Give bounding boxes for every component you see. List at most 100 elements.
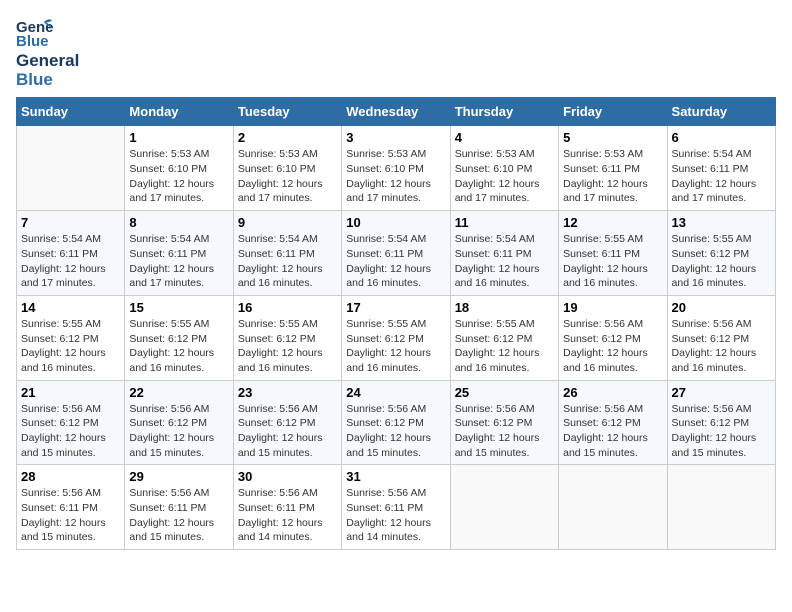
logo-icon: General Blue [16, 16, 54, 50]
calendar-cell: 11Sunrise: 5:54 AM Sunset: 6:11 PM Dayli… [450, 211, 558, 296]
calendar-cell: 31Sunrise: 5:56 AM Sunset: 6:11 PM Dayli… [342, 465, 450, 550]
day-number: 7 [21, 215, 120, 230]
calendar-cell: 3 Sunrise: 5:53 AM Sunset: 6:10 PM Daylig… [342, 126, 450, 211]
day-number: 3 [346, 130, 445, 145]
day-number: 21 [21, 385, 120, 400]
calendar-cell: 15 Sunrise: 5:55 AM Sunset: 6:12 PM Dayli… [125, 295, 233, 380]
logo-blue: Blue [16, 71, 79, 90]
day-info: Sunrise: 5:53 AM Sunset: 6:10 PM Dayligh… [455, 147, 554, 206]
calendar-cell: 22 Sunrise: 5:56 AM Sunset: 6:12 PM Dayli… [125, 380, 233, 465]
day-number: 25 [455, 385, 554, 400]
day-info: Sunrise: 5:55 AM Sunset: 6:11 PM Dayligh… [563, 232, 662, 291]
calendar-cell: 16 Sunrise: 5:55 AM Sunset: 6:12 PM Dayli… [233, 295, 341, 380]
day-info: Sunrise: 5:56 AM Sunset: 6:12 PM Dayligh… [21, 402, 120, 461]
day-info: Sunrise: 5:56 AM Sunset: 6:12 PM Dayligh… [129, 402, 228, 461]
day-info: Sunrise: 5:54 AM Sunset: 6:11 PM Dayligh… [346, 232, 445, 291]
day-number: 14 [21, 300, 120, 315]
day-info: Sunrise: 5:54 AM Sunset: 6:11 PM Dayligh… [238, 232, 337, 291]
calendar-body: 1 Sunrise: 5:53 AM Sunset: 6:10 PM Daylig… [17, 126, 776, 550]
day-number: 1 [129, 130, 228, 145]
day-number: 30 [238, 469, 337, 484]
day-number: 2 [238, 130, 337, 145]
column-header-friday: Friday [559, 98, 667, 126]
calendar-cell: 27 Sunrise: 5:56 AM Sunset: 6:12 PM Dayli… [667, 380, 775, 465]
day-info: Sunrise: 5:53 AM Sunset: 6:10 PM Dayligh… [129, 147, 228, 206]
day-info: Sunrise: 5:54 AM Sunset: 6:11 PM Dayligh… [672, 147, 771, 206]
day-number: 20 [672, 300, 771, 315]
day-info: Sunrise: 5:54 AM Sunset: 6:11 PM Dayligh… [129, 232, 228, 291]
calendar-week-2: 7 Sunrise: 5:54 AM Sunset: 6:11 PM Daylig… [17, 211, 776, 296]
day-info: Sunrise: 5:55 AM Sunset: 6:12 PM Dayligh… [238, 317, 337, 376]
calendar-cell: 23Sunrise: 5:56 AM Sunset: 6:12 PM Dayli… [233, 380, 341, 465]
day-number: 27 [672, 385, 771, 400]
calendar-cell: 30Sunrise: 5:56 AM Sunset: 6:11 PM Dayli… [233, 465, 341, 550]
calendar-cell: 4 Sunrise: 5:53 AM Sunset: 6:10 PM Daylig… [450, 126, 558, 211]
column-header-wednesday: Wednesday [342, 98, 450, 126]
column-header-saturday: Saturday [667, 98, 775, 126]
day-number: 16 [238, 300, 337, 315]
day-number: 17 [346, 300, 445, 315]
calendar-week-3: 14 Sunrise: 5:55 AM Sunset: 6:12 PM Dayli… [17, 295, 776, 380]
calendar-cell: 26Sunrise: 5:56 AM Sunset: 6:12 PM Dayli… [559, 380, 667, 465]
day-number: 5 [563, 130, 662, 145]
calendar-header-row: SundayMondayTuesdayWednesdayThursdayFrid… [17, 98, 776, 126]
day-number: 19 [563, 300, 662, 315]
day-number: 29 [129, 469, 228, 484]
calendar-cell: 21 Sunrise: 5:56 AM Sunset: 6:12 PM Dayli… [17, 380, 125, 465]
day-number: 4 [455, 130, 554, 145]
svg-text:Blue: Blue [16, 33, 49, 50]
page-header: General Blue General Blue [16, 16, 776, 89]
day-number: 11 [455, 215, 554, 230]
calendar-cell: 13 Sunrise: 5:55 AM Sunset: 6:12 PM Dayli… [667, 211, 775, 296]
day-number: 18 [455, 300, 554, 315]
day-info: Sunrise: 5:55 AM Sunset: 6:12 PM Dayligh… [672, 232, 771, 291]
column-header-monday: Monday [125, 98, 233, 126]
calendar-week-5: 28Sunrise: 5:56 AM Sunset: 6:11 PM Dayli… [17, 465, 776, 550]
day-number: 13 [672, 215, 771, 230]
logo-general: General [16, 52, 79, 71]
calendar-week-1: 1 Sunrise: 5:53 AM Sunset: 6:10 PM Daylig… [17, 126, 776, 211]
calendar-cell: 6 Sunrise: 5:54 AM Sunset: 6:11 PM Daylig… [667, 126, 775, 211]
day-number: 6 [672, 130, 771, 145]
day-info: Sunrise: 5:56 AM Sunset: 6:12 PM Dayligh… [563, 402, 662, 461]
calendar-cell: 25 Sunrise: 5:56 AM Sunset: 6:12 PM Dayli… [450, 380, 558, 465]
calendar-cell: 18 Sunrise: 5:55 AM Sunset: 6:12 PM Dayli… [450, 295, 558, 380]
day-number: 9 [238, 215, 337, 230]
column-header-tuesday: Tuesday [233, 98, 341, 126]
calendar-cell: 8 Sunrise: 5:54 AM Sunset: 6:11 PM Daylig… [125, 211, 233, 296]
day-info: Sunrise: 5:54 AM Sunset: 6:11 PM Dayligh… [21, 232, 120, 291]
day-number: 22 [129, 385, 228, 400]
day-info: Sunrise: 5:55 AM Sunset: 6:12 PM Dayligh… [346, 317, 445, 376]
day-info: Sunrise: 5:56 AM Sunset: 6:12 PM Dayligh… [563, 317, 662, 376]
column-header-sunday: Sunday [17, 98, 125, 126]
logo: General Blue General Blue [16, 16, 79, 89]
day-number: 12 [563, 215, 662, 230]
column-header-thursday: Thursday [450, 98, 558, 126]
calendar-cell: 9 Sunrise: 5:54 AM Sunset: 6:11 PM Daylig… [233, 211, 341, 296]
day-info: Sunrise: 5:56 AM Sunset: 6:12 PM Dayligh… [455, 402, 554, 461]
calendar-cell: 5Sunrise: 5:53 AM Sunset: 6:11 PM Daylig… [559, 126, 667, 211]
day-info: Sunrise: 5:56 AM Sunset: 6:11 PM Dayligh… [129, 486, 228, 545]
day-number: 8 [129, 215, 228, 230]
calendar-cell [667, 465, 775, 550]
calendar-week-4: 21 Sunrise: 5:56 AM Sunset: 6:12 PM Dayli… [17, 380, 776, 465]
day-info: Sunrise: 5:56 AM Sunset: 6:12 PM Dayligh… [672, 402, 771, 461]
day-info: Sunrise: 5:55 AM Sunset: 6:12 PM Dayligh… [21, 317, 120, 376]
calendar-table: SundayMondayTuesdayWednesdayThursdayFrid… [16, 97, 776, 550]
day-info: Sunrise: 5:56 AM Sunset: 6:11 PM Dayligh… [21, 486, 120, 545]
day-info: Sunrise: 5:53 AM Sunset: 6:10 PM Dayligh… [238, 147, 337, 206]
day-number: 15 [129, 300, 228, 315]
day-info: Sunrise: 5:56 AM Sunset: 6:11 PM Dayligh… [346, 486, 445, 545]
calendar-cell: 20Sunrise: 5:56 AM Sunset: 6:12 PM Dayli… [667, 295, 775, 380]
day-info: Sunrise: 5:55 AM Sunset: 6:12 PM Dayligh… [455, 317, 554, 376]
day-info: Sunrise: 5:56 AM Sunset: 6:12 PM Dayligh… [238, 402, 337, 461]
calendar-cell [17, 126, 125, 211]
calendar-cell: 1 Sunrise: 5:53 AM Sunset: 6:10 PM Daylig… [125, 126, 233, 211]
day-info: Sunrise: 5:53 AM Sunset: 6:10 PM Dayligh… [346, 147, 445, 206]
calendar-cell: 7 Sunrise: 5:54 AM Sunset: 6:11 PM Daylig… [17, 211, 125, 296]
calendar-cell: 24Sunrise: 5:56 AM Sunset: 6:12 PM Dayli… [342, 380, 450, 465]
calendar-cell [559, 465, 667, 550]
day-number: 10 [346, 215, 445, 230]
day-info: Sunrise: 5:55 AM Sunset: 6:12 PM Dayligh… [129, 317, 228, 376]
day-number: 24 [346, 385, 445, 400]
